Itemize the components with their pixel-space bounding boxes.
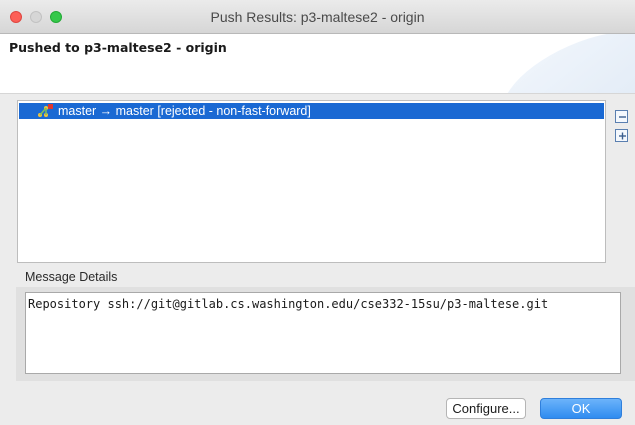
message-details-text[interactable]: Repository ssh://git@gitlab.cs.washingto… [25,292,621,374]
header-title: Pushed to p3-maltese2 - origin [9,40,227,55]
expand-all-button[interactable] [615,129,628,142]
collapse-all-button[interactable] [615,110,628,123]
title-bar[interactable]: Push Results: p3-maltese2 - origin [0,0,635,34]
expand-all-icon [619,132,626,140]
tree-row-master[interactable]: master → master [rejected - non-fast-for… [19,103,604,119]
message-details-label: Message Details [25,270,118,284]
header-decoration [485,34,635,93]
window-title: Push Results: p3-maltese2 - origin [210,9,425,25]
ok-button[interactable]: OK [540,398,622,419]
tree-row-label: master → master [rejected - non-fast-for… [58,104,311,118]
git-branch-rejected-icon [37,104,53,118]
push-results-tree[interactable]: master → master [rejected - non-fast-for… [17,100,606,263]
dialog-header: Pushed to p3-maltese2 - origin [0,34,635,94]
collapse-all-icon [619,116,626,118]
configure-button[interactable]: Configure... [446,398,526,419]
